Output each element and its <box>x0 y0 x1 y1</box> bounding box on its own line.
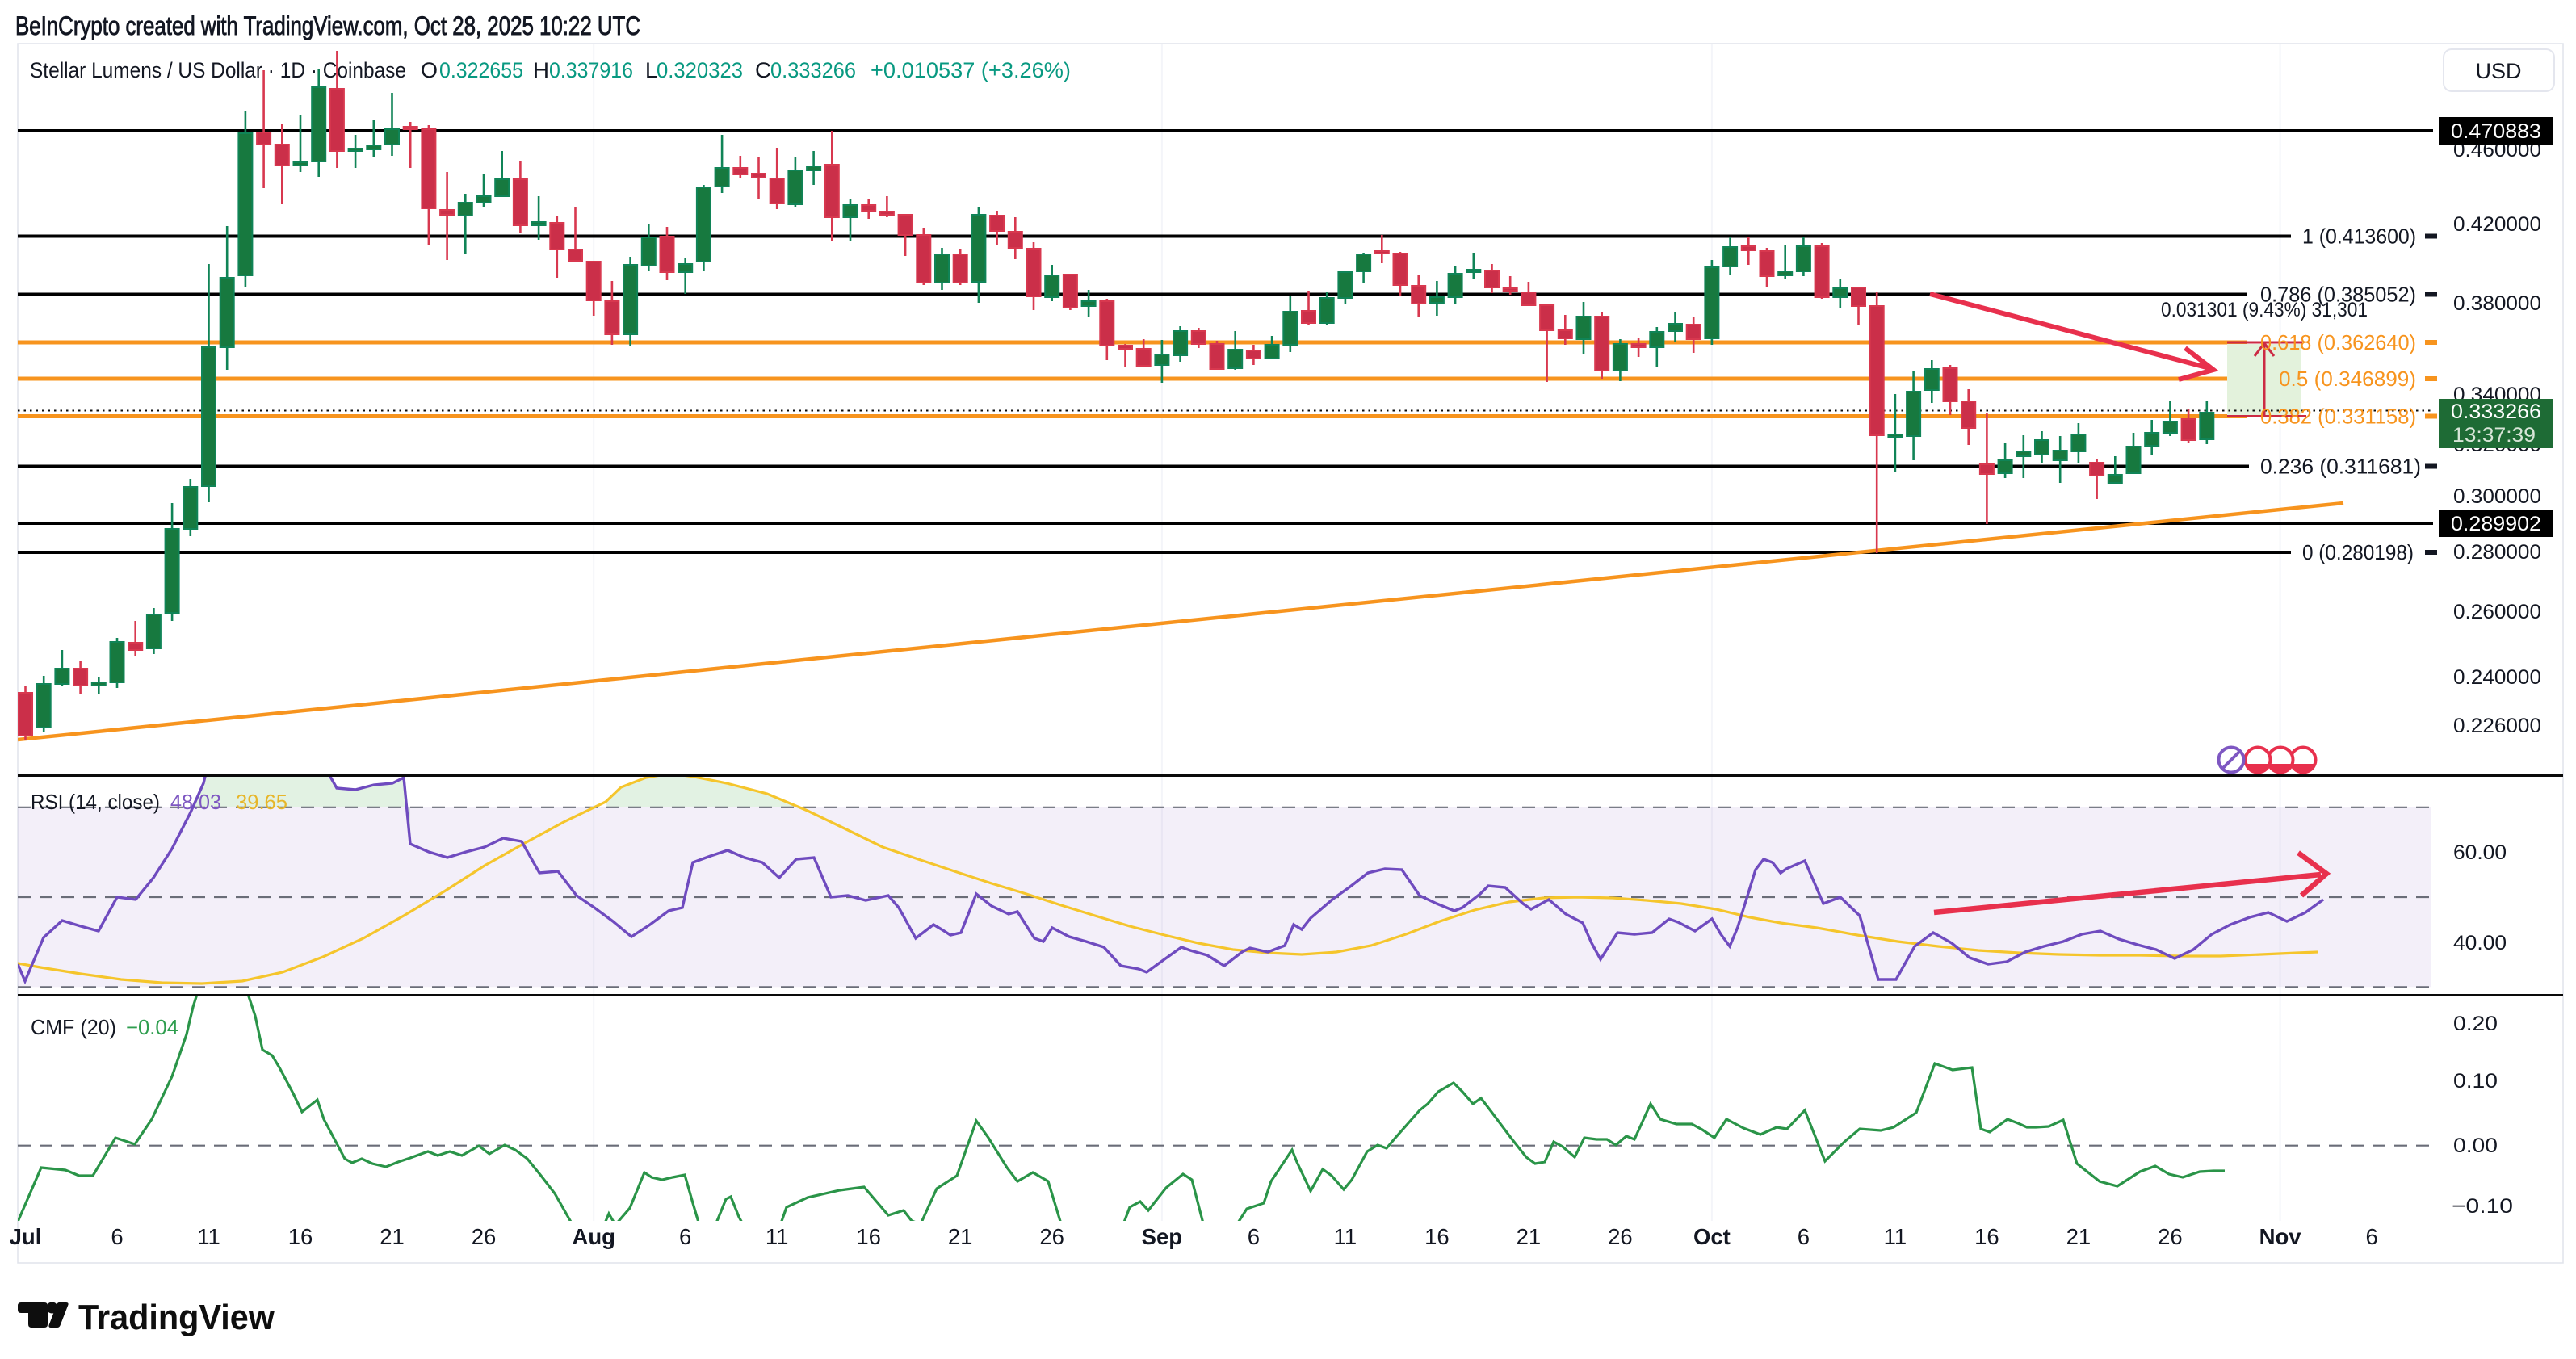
svg-text:O: O <box>421 58 438 82</box>
svg-text:21: 21 <box>2066 1224 2091 1249</box>
svg-text:0.00: 0.00 <box>2453 1135 2498 1157</box>
svg-text:60.00: 60.00 <box>2453 841 2507 864</box>
svg-text:16: 16 <box>856 1224 881 1249</box>
svg-text:21: 21 <box>380 1224 405 1249</box>
svg-text:0.322655: 0.322655 <box>439 58 523 82</box>
svg-text:H: H <box>533 58 549 82</box>
svg-text:16: 16 <box>1424 1224 1450 1249</box>
svg-text:0.333266: 0.333266 <box>770 58 856 82</box>
svg-text:6: 6 <box>2365 1224 2377 1249</box>
svg-text:0.333266: 0.333266 <box>2451 401 2541 423</box>
svg-text:11: 11 <box>766 1224 789 1249</box>
svg-text:0 (0.280198): 0 (0.280198) <box>2302 542 2414 564</box>
svg-text:0.240000: 0.240000 <box>2453 666 2541 689</box>
svg-text:26: 26 <box>2158 1224 2183 1249</box>
svg-text:C: C <box>755 58 771 82</box>
svg-text:0.300000: 0.300000 <box>2453 485 2541 508</box>
svg-text:RSI (14, close): RSI (14, close) <box>31 790 160 814</box>
svg-text:Aug: Aug <box>572 1224 615 1249</box>
svg-text:0.280000: 0.280000 <box>2453 541 2541 564</box>
svg-text:39.65: 39.65 <box>236 790 287 814</box>
svg-text:Oct: Oct <box>1693 1224 1731 1249</box>
svg-text:0.420000: 0.420000 <box>2453 213 2541 236</box>
svg-text:0.226000: 0.226000 <box>2453 715 2541 737</box>
svg-text:16: 16 <box>1974 1224 1999 1249</box>
svg-text:0.236 (0.311681): 0.236 (0.311681) <box>2260 456 2421 479</box>
svg-text:0.380000: 0.380000 <box>2453 292 2541 315</box>
svg-text:Nov: Nov <box>2259 1224 2302 1249</box>
svg-text:0.289902: 0.289902 <box>2451 513 2541 535</box>
svg-text:USD: USD <box>2475 59 2521 83</box>
svg-text:26: 26 <box>1039 1224 1064 1249</box>
svg-text:L: L <box>645 58 657 82</box>
svg-text:CMF (20): CMF (20) <box>31 1015 116 1039</box>
svg-text:26: 26 <box>1608 1224 1633 1249</box>
svg-text:6: 6 <box>679 1224 691 1249</box>
svg-text:1 (0.413600): 1 (0.413600) <box>2302 226 2416 249</box>
svg-text:21: 21 <box>1517 1224 1542 1249</box>
svg-text:0.20: 0.20 <box>2453 1013 2498 1035</box>
svg-text:0.260000: 0.260000 <box>2453 601 2541 623</box>
svg-text:BeInCrypto created with Tradin: BeInCrypto created with TradingView.com,… <box>15 11 640 40</box>
svg-text:21: 21 <box>948 1224 973 1249</box>
svg-text:6: 6 <box>1248 1224 1260 1249</box>
svg-text:0.382 (0.331158): 0.382 (0.331158) <box>2260 406 2416 429</box>
svg-text:6: 6 <box>1798 1224 1810 1249</box>
svg-text:13:37:39: 13:37:39 <box>2452 424 2536 447</box>
svg-text:11: 11 <box>1334 1224 1357 1249</box>
svg-text:Jul: Jul <box>10 1224 42 1249</box>
svg-text:0.10: 0.10 <box>2453 1070 2498 1093</box>
svg-text:11: 11 <box>197 1224 220 1249</box>
svg-text:0.337916: 0.337916 <box>549 58 633 82</box>
svg-text:−0.10: −0.10 <box>2452 1195 2513 1218</box>
svg-text:0.618 (0.362640): 0.618 (0.362640) <box>2260 332 2416 354</box>
svg-text:16: 16 <box>288 1224 313 1249</box>
svg-text:26: 26 <box>472 1224 497 1249</box>
svg-text:11: 11 <box>1884 1224 1907 1249</box>
svg-text:+0.010537 (+3.26%): +0.010537 (+3.26%) <box>871 58 1071 82</box>
svg-text:TradingView: TradingView <box>78 1298 275 1337</box>
svg-text:0.470883: 0.470883 <box>2451 120 2541 143</box>
svg-text:Sep: Sep <box>1142 1224 1182 1249</box>
svg-text:48.03: 48.03 <box>170 790 221 814</box>
svg-text:−0.04: −0.04 <box>126 1015 178 1039</box>
svg-text:6: 6 <box>111 1224 123 1249</box>
svg-text:40.00: 40.00 <box>2453 932 2507 954</box>
svg-text:Stellar Lumens / US Dollar · 1: Stellar Lumens / US Dollar · 1D · Coinba… <box>30 58 406 82</box>
svg-text:0.5 (0.346899): 0.5 (0.346899) <box>2279 368 2416 391</box>
svg-text:0.786 (0.385052): 0.786 (0.385052) <box>2260 284 2416 307</box>
svg-text:0.320323: 0.320323 <box>657 58 743 82</box>
